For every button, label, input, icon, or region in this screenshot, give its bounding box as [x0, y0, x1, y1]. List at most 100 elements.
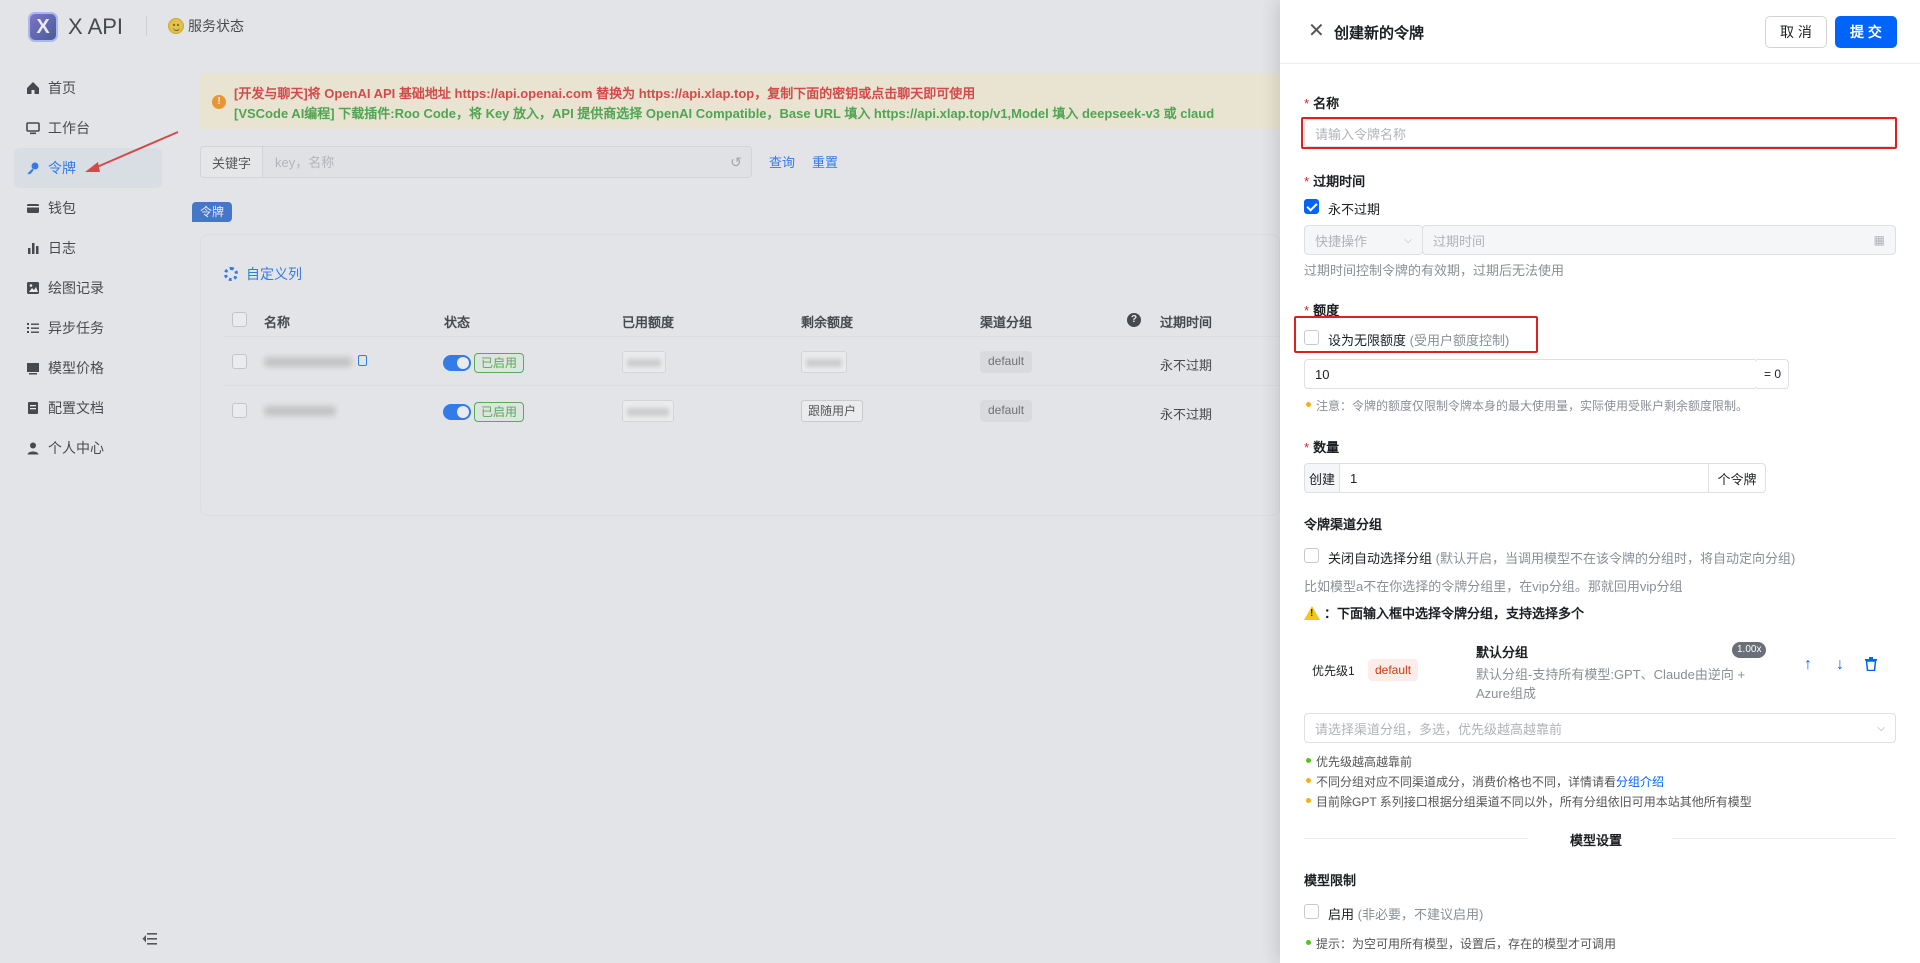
priority-label: 优先级1 [1312, 664, 1355, 678]
sidebar-item-model-prices[interactable]: 模型价格 [14, 348, 162, 388]
model-limit-checkbox[interactable] [1304, 904, 1319, 919]
arrow-down-icon[interactable]: ↓ [1836, 656, 1844, 674]
highlight-frame [1301, 117, 1897, 149]
expiry-label: * 过期时间 [1304, 174, 1366, 189]
auto-select-checkbox[interactable] [1304, 548, 1319, 563]
submit-button[interactable]: 提 交 [1835, 16, 1897, 48]
count-prefix: 创建 [1304, 463, 1340, 493]
sidebar-item-label: 日志 [48, 240, 76, 256]
group-tag: default [1368, 659, 1419, 681]
highlight-frame [1294, 316, 1538, 353]
service-status-label: 服务状态 [188, 18, 244, 34]
quota-equals: = 0 [1757, 359, 1789, 389]
quota-note: 注意：令牌的额度仅限制令牌本身的最大使用量，实际使用受账户剩余额度限制。 [1316, 399, 1749, 413]
drawer-header: ✕ 创建新的令牌 取 消 提 交 [1280, 0, 1920, 64]
col-remaining-quota: 剩余额度 [801, 315, 854, 330]
never-expire-checkbox[interactable] [1304, 199, 1319, 214]
col-used-quota: 已用额度 [622, 315, 675, 330]
sidebar-item-label: 钱包 [48, 200, 76, 216]
quota-input[interactable]: 10 [1304, 359, 1758, 389]
info-banner: ! [开发与聊天]将 OpenAI API 基础地址 https://api.o… [200, 73, 1280, 129]
col-expiry: 过期时间 [1160, 315, 1213, 330]
tip-dot [1306, 798, 1311, 803]
select-all-checkbox[interactable] [232, 312, 247, 327]
user-icon [26, 441, 48, 455]
remaining-quota-tag: 跟随用户 [801, 400, 864, 422]
sidebar-item-drawings[interactable]: 绘图记录 [14, 268, 162, 308]
top-divider [146, 16, 147, 36]
expiry-help: 过期时间控制令牌的有效期，过期后无法使用 [1304, 263, 1565, 278]
close-icon[interactable]: ✕ [1308, 20, 1325, 42]
app-logo[interactable]: X [28, 12, 58, 42]
row-checkbox[interactable] [232, 403, 247, 418]
channel-group-select[interactable]: 请选择渠道分组，多选，优先级越高越靠前 ⌵ [1304, 713, 1896, 743]
status-badge: 已启用 [474, 353, 525, 373]
trash-icon[interactable] [1865, 657, 1877, 676]
document-icon [26, 401, 48, 415]
app-title[interactable]: X API [68, 14, 123, 40]
expiry-value: 永不过期 [1160, 407, 1213, 422]
token-name-redacted [264, 406, 336, 416]
sidebar-item-profile[interactable]: 个人中心 [14, 428, 162, 468]
quick-action-select[interactable]: 快捷操作 ⌵ [1304, 225, 1423, 255]
undo-icon[interactable]: ↺ [721, 154, 751, 171]
price-icon [26, 361, 48, 375]
never-expire-label: 永不过期 [1328, 202, 1381, 217]
top-bar: X X API 服务状态 [0, 0, 1280, 56]
tokens-tag: 令牌 [192, 202, 233, 222]
used-quota-redacted [622, 351, 666, 373]
query-button[interactable]: 查询 [769, 152, 795, 171]
sidebar-item-wallet[interactable]: 钱包 [14, 188, 162, 228]
model-limit-tip: 提示：为空可用所有模型，设置后，存在的模型才可调用 [1316, 937, 1617, 951]
monitor-icon [26, 121, 48, 135]
sidebar-item-config-docs[interactable]: 配置文档 [14, 388, 162, 428]
sidebar-item-home[interactable]: 首页 [14, 68, 162, 108]
group-ratio: 1.00x [1732, 642, 1767, 658]
status-toggle[interactable] [443, 355, 471, 371]
tip-dot [1306, 778, 1311, 783]
warning-icon: ! [212, 95, 226, 109]
expiry-value: 永不过期 [1160, 358, 1213, 373]
sidebar-item-label: 模型价格 [48, 360, 104, 376]
warning-dot [1306, 402, 1311, 407]
model-section-title: 模型设置 [1570, 833, 1623, 848]
help-icon[interactable]: ? [1127, 313, 1141, 327]
group-intro-link[interactable]: 分组介绍 [1616, 775, 1664, 789]
channel-group-tag: default [980, 351, 1033, 373]
row-divider [224, 336, 1280, 337]
channel-group-warning: ：下面输入框中选择令牌分组，支持选择多个 [1304, 603, 1584, 622]
cancel-button[interactable]: 取 消 [1765, 16, 1827, 48]
row-checkbox[interactable] [232, 354, 247, 369]
chevron-down-icon: ⌵ [1877, 722, 1885, 734]
chevron-down-icon: ⌵ [1404, 234, 1412, 246]
token-name-redacted [264, 357, 352, 367]
row-divider [224, 385, 1280, 386]
expiry-time-picker[interactable]: 过期时间 ▦ [1422, 225, 1896, 255]
model-limit-enable-label: 启用 (非必要，不建议启用) [1328, 907, 1484, 922]
task-list-icon [26, 321, 48, 335]
reset-button[interactable]: 重置 [812, 152, 838, 171]
table-header: 名称 状态 已用额度 剩余额度 渠道分组 ? 过期时间 [224, 305, 1280, 335]
search-input[interactable] [263, 147, 721, 177]
sidebar-item-label: 令牌 [48, 160, 76, 176]
name-label: * 名称 [1304, 96, 1340, 111]
sidebar-item-logs[interactable]: 日志 [14, 228, 162, 268]
banner-line-api: [开发与聊天]将 OpenAI API 基础地址 https://api.ope… [234, 86, 976, 101]
auto-select-label: 关闭自动选择分组 (默认开启，当调用模型不在该令牌的分组时，将自动定向分组) [1328, 551, 1796, 566]
status-toggle[interactable] [443, 404, 471, 420]
custom-columns-button[interactable]: 自定义列 [224, 264, 302, 284]
home-icon [26, 81, 48, 95]
sidebar-item-label: 个人中心 [48, 440, 104, 456]
sidebar-item-label: 异步任务 [48, 320, 104, 336]
copy-icon[interactable] [358, 355, 367, 366]
arrow-up-icon[interactable]: ↑ [1804, 656, 1812, 674]
section-divider [1304, 838, 1528, 839]
channel-group-tag: default [980, 400, 1033, 422]
count-input[interactable]: 1 [1339, 463, 1709, 493]
tip-1: 优先级越高越靠前 [1316, 755, 1413, 769]
service-status-link[interactable]: 服务状态 [168, 16, 244, 36]
collapse-sidebar-icon[interactable] [142, 932, 158, 949]
tip-dot [1306, 758, 1311, 763]
group-name: 默认分组 [1476, 645, 1529, 660]
sidebar-item-async-tasks[interactable]: 异步任务 [14, 308, 162, 348]
